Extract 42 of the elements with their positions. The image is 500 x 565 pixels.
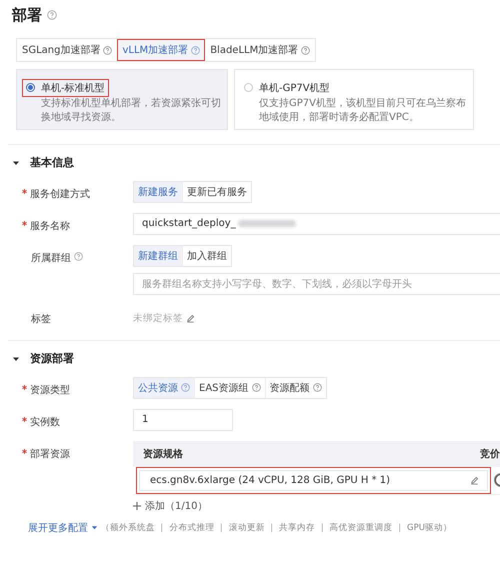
option-title: 单机-GP7V机型 [259, 82, 330, 94]
field-label: 实例数 [30, 416, 60, 428]
field-label: 资源类型 [30, 384, 70, 396]
option-description: 支持标准机型单机部署，若资源紧张可切换地域寻找资源。 [40, 96, 221, 124]
section-title: 资源部署 [30, 351, 74, 366]
segment-option[interactable]: 新建群组 [134, 246, 182, 266]
caret-icon[interactable] [12, 354, 20, 362]
help-icon [181, 383, 190, 392]
help-icon [191, 46, 200, 54]
input-field[interactable]: quickstart_deploy_ [133, 212, 500, 234]
machine-option-card[interactable]: 单机-GP7V机型 仅支持GP7V机型，该机型目前只可在乌兰察布地域使用，部署时请务必配置VPC。 [234, 69, 474, 130]
segment-option[interactable]: 公共资源 [134, 378, 194, 398]
segment-option[interactable]: 新建服务 [134, 182, 182, 202]
field-label: 服务名称 [30, 220, 70, 232]
help-icon [103, 46, 112, 54]
option-description: 仅支持GP7V机型，该机型目前只可在乌兰察布地域使用，部署时请务必配置VPC。 [258, 96, 467, 124]
machine-option-card[interactable]: 单机-标准机型 支持标准机型单机部署，若资源紧张可切换地域寻找资源。 [16, 69, 228, 130]
field-label: 所属群组 [31, 252, 71, 264]
field-label: 服务创建方式 [30, 188, 90, 200]
help-icon [252, 383, 261, 392]
radio-button[interactable] [26, 83, 35, 92]
help-icon [312, 383, 322, 392]
field-label: 部署资源 [30, 448, 70, 460]
add-button[interactable]: 添加（1/10） [133, 498, 208, 512]
option-title: 单机-标准机型 [41, 82, 105, 94]
section-title: 基本信息 [30, 155, 74, 170]
edit-icon[interactable] [470, 476, 479, 484]
column-header: 资源规格 [143, 448, 183, 460]
help-icon [301, 46, 310, 54]
more-settings-list: （额外系统盘 ｜ 分布式推理 ｜ 滚动更新 ｜ 共享内存 ｜ 高优资源重调度 ｜ GPU驱动） [101, 522, 452, 534]
caret-icon[interactable] [12, 158, 20, 166]
plus-icon [133, 502, 141, 510]
edit-icon[interactable] [186, 314, 195, 323]
column-header: 竞价 [480, 447, 500, 460]
more-settings-link[interactable]: 展开更多配置 [28, 520, 88, 534]
page-title: 部署 [12, 6, 42, 24]
help-icon [47, 10, 57, 20]
field-label: 标签 [31, 312, 51, 326]
help-icon [74, 252, 83, 260]
input-field[interactable]: 1 [133, 408, 233, 430]
deploy-tab[interactable]: vLLM加速部署 [117, 39, 206, 61]
tag-value: 未绑定标签 [133, 312, 183, 325]
